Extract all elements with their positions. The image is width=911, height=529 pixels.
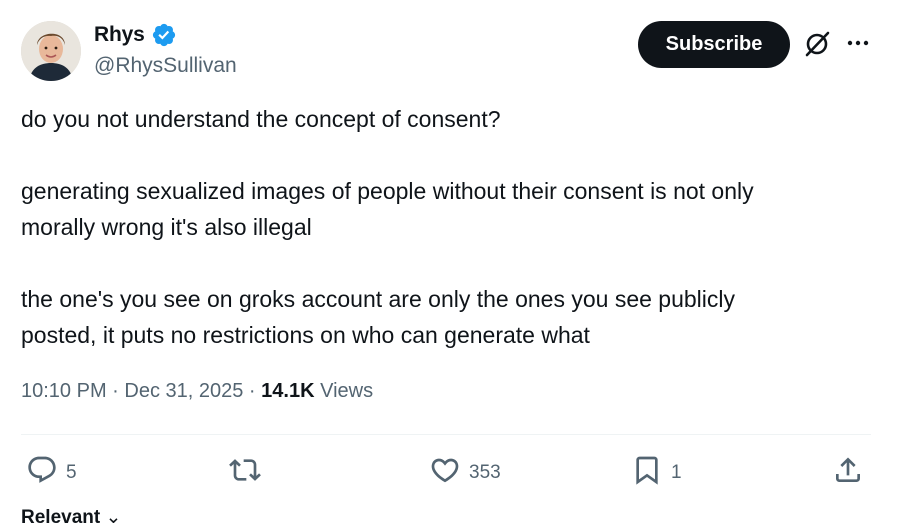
author-handle[interactable]: @RhysSullivan <box>94 54 237 78</box>
share-button[interactable] <box>832 454 864 492</box>
tweet-meta: 10:10 PM · Dec 31, 2025 · 14.1K Views <box>21 380 373 403</box>
tweet-line: generating sexualized images of people w… <box>21 178 754 204</box>
like-count: 353 <box>469 462 501 483</box>
tweet-date[interactable]: Dec 31, 2025 <box>124 380 243 403</box>
reply-icon <box>26 454 58 492</box>
tweet-line: the one's you see on groks account are o… <box>21 286 736 312</box>
verified-badge-icon <box>151 22 177 48</box>
divider <box>21 434 871 435</box>
views-count: 14.1K <box>261 380 315 402</box>
more-icon[interactable] <box>846 33 870 53</box>
like-icon <box>429 454 461 492</box>
retweet-button[interactable] <box>229 454 269 492</box>
views-label: Views <box>320 380 374 402</box>
relevant-sort-toggle[interactable]: Relevant ⌄ <box>21 506 121 529</box>
chevron-down-icon: ⌄ <box>105 507 122 528</box>
tweet-line: do you not understand the concept of con… <box>21 106 501 132</box>
author-name[interactable]: Rhys <box>94 23 145 47</box>
like-button[interactable]: 353 <box>429 454 501 492</box>
relevant-label: Relevant <box>21 507 101 528</box>
tweet-line: morally wrong it's also illegal <box>21 214 312 240</box>
reply-button[interactable]: 5 <box>26 454 77 492</box>
reply-count: 5 <box>66 462 77 483</box>
tweet-text: do you not understand the concept of con… <box>21 101 891 353</box>
bookmark-count: 1 <box>671 462 682 483</box>
meta-separator: · <box>243 380 262 402</box>
tweet-line: posted, it puts no restrictions on who c… <box>21 322 590 348</box>
bookmark-button[interactable]: 1 <box>631 454 682 492</box>
grok-icon[interactable] <box>802 29 832 59</box>
retweet-icon <box>229 454 261 492</box>
meta-separator: · <box>106 380 125 402</box>
share-icon <box>832 454 864 492</box>
tweet-time[interactable]: 10:10 PM <box>21 380 107 403</box>
bookmark-icon <box>631 454 663 492</box>
avatar[interactable] <box>21 21 81 81</box>
subscribe-button[interactable]: Subscribe <box>638 21 790 68</box>
